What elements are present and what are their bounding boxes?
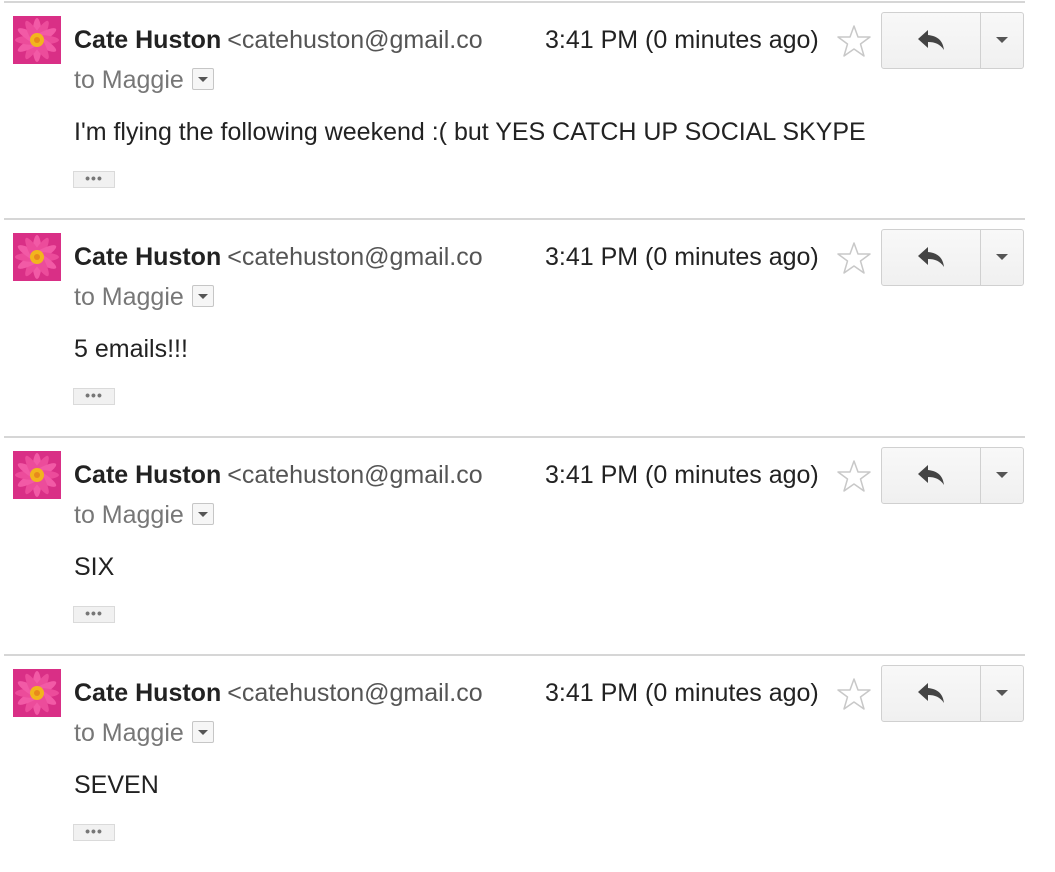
sender-name[interactable]: Cate Huston <box>74 26 221 54</box>
recipient-line: to Maggie <box>74 280 214 314</box>
recipient-label: to Maggie <box>74 501 184 529</box>
show-details-caret-icon[interactable] <box>191 285 214 308</box>
reply-button-group <box>881 665 1024 722</box>
show-trimmed-content-button[interactable]: ••• <box>73 824 115 841</box>
show-trimmed-content-button[interactable]: ••• <box>73 388 115 405</box>
recipient-label: to Maggie <box>74 66 184 94</box>
message-body: I'm flying the following weekend :( but … <box>74 118 866 146</box>
show-trimmed-content-button[interactable]: ••• <box>73 171 115 188</box>
sender-avatar[interactable] <box>13 669 61 717</box>
recipient-line: to Maggie <box>74 63 214 97</box>
sender-email: <catehuston@gmail.co <box>227 26 483 54</box>
message-card: Cate Huston <catehuston@gmail.co to Maggi… <box>0 1 1055 219</box>
sender-email: <catehuston@gmail.co <box>227 243 483 271</box>
message-divider <box>4 218 1025 220</box>
sender-line: Cate Huston <catehuston@gmail.co <box>74 676 504 710</box>
star-icon[interactable] <box>836 240 872 276</box>
message-divider <box>4 654 1025 656</box>
sender-name[interactable]: Cate Huston <box>74 679 221 707</box>
message-body: 5 emails!!! <box>74 335 188 363</box>
reply-arrow-icon <box>918 465 944 485</box>
sender-line: Cate Huston <catehuston@gmail.co <box>74 458 504 492</box>
sender-avatar[interactable] <box>13 233 61 281</box>
recipient-label: to Maggie <box>74 283 184 311</box>
ellipsis-icon: ••• <box>85 387 103 403</box>
ellipsis-icon: ••• <box>85 605 103 621</box>
show-details-caret-icon[interactable] <box>191 503 214 526</box>
message-timestamp: 3:41 PM (0 minutes ago) <box>545 26 819 54</box>
more-options-chevron-down-icon[interactable] <box>981 448 1023 503</box>
ellipsis-icon: ••• <box>85 823 103 839</box>
sender-avatar[interactable] <box>13 451 61 499</box>
sender-email: <catehuston@gmail.co <box>227 461 483 489</box>
message-card: Cate Huston <catehuston@gmail.co to Maggi… <box>0 218 1055 436</box>
message-divider <box>4 1 1025 3</box>
reply-button[interactable] <box>882 230 981 285</box>
star-icon[interactable] <box>836 458 872 494</box>
sender-line: Cate Huston <catehuston@gmail.co <box>74 240 504 274</box>
reply-button-group <box>881 447 1024 504</box>
recipient-line: to Maggie <box>74 498 214 532</box>
sender-name[interactable]: Cate Huston <box>74 461 221 489</box>
sender-line: Cate Huston <catehuston@gmail.co <box>74 23 504 57</box>
message-divider <box>4 436 1025 438</box>
show-trimmed-content-button[interactable]: ••• <box>73 606 115 623</box>
reply-arrow-icon <box>918 247 944 267</box>
reply-button-group <box>881 229 1024 286</box>
more-options-chevron-down-icon[interactable] <box>981 230 1023 285</box>
show-details-caret-icon[interactable] <box>191 721 214 744</box>
recipient-label: to Maggie <box>74 719 184 747</box>
message-body: SEVEN <box>74 771 159 799</box>
more-options-chevron-down-icon[interactable] <box>981 13 1023 68</box>
reply-button[interactable] <box>882 666 981 721</box>
more-options-chevron-down-icon[interactable] <box>981 666 1023 721</box>
star-icon[interactable] <box>836 676 872 712</box>
sender-email: <catehuston@gmail.co <box>227 679 483 707</box>
star-icon[interactable] <box>836 23 872 59</box>
reply-button[interactable] <box>882 448 981 503</box>
message-card: Cate Huston <catehuston@gmail.co to Maggi… <box>0 654 1055 872</box>
recipient-line: to Maggie <box>74 716 214 750</box>
message-timestamp: 3:41 PM (0 minutes ago) <box>545 461 819 489</box>
message-timestamp: 3:41 PM (0 minutes ago) <box>545 243 819 271</box>
reply-arrow-icon <box>918 683 944 703</box>
reply-button[interactable] <box>882 13 981 68</box>
message-card: Cate Huston <catehuston@gmail.co to Maggi… <box>0 436 1055 654</box>
message-timestamp: 3:41 PM (0 minutes ago) <box>545 679 819 707</box>
sender-avatar[interactable] <box>13 16 61 64</box>
reply-button-group <box>881 12 1024 69</box>
show-details-caret-icon[interactable] <box>191 68 214 91</box>
message-body: SIX <box>74 553 115 581</box>
sender-name[interactable]: Cate Huston <box>74 243 221 271</box>
ellipsis-icon: ••• <box>85 170 103 186</box>
reply-arrow-icon <box>918 30 944 50</box>
